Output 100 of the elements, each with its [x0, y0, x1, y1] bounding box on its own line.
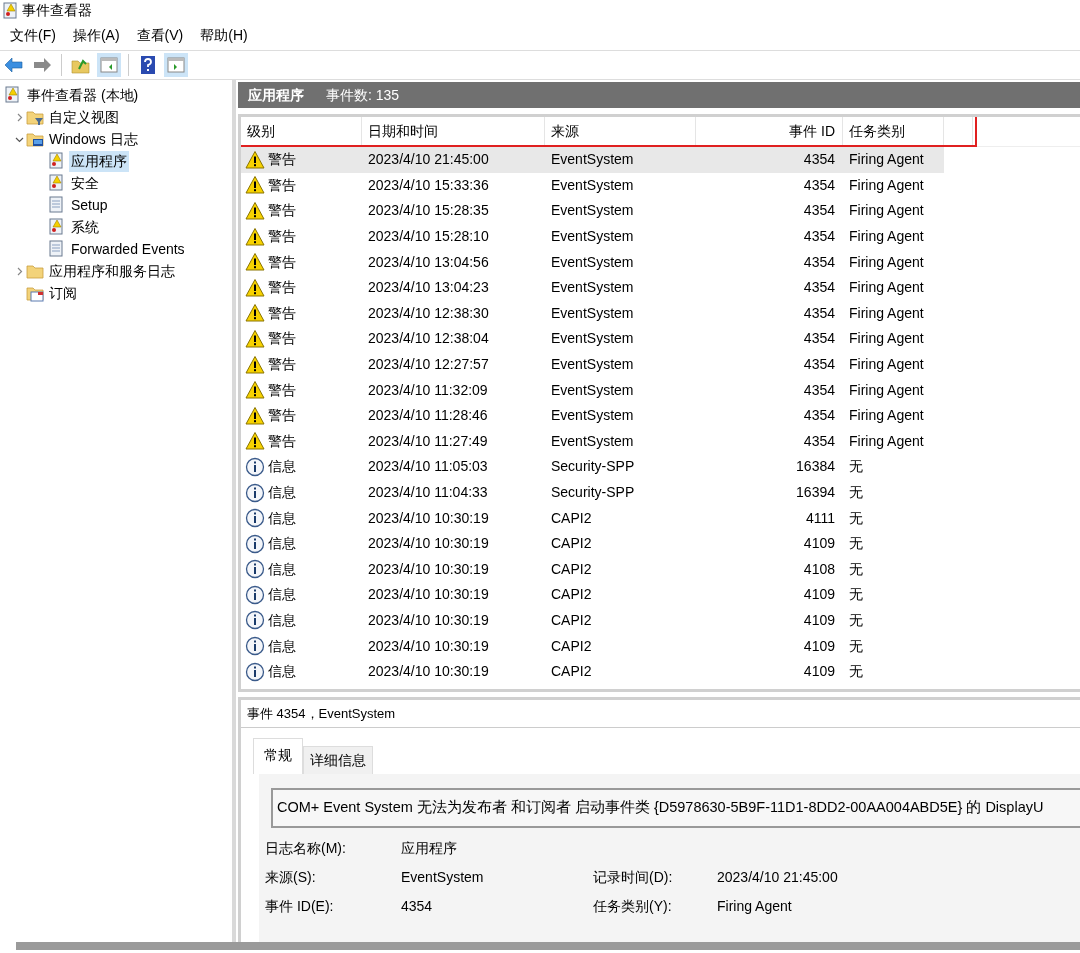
warning-icon — [244, 431, 265, 452]
table-row[interactable]: 信息 2023/4/10 10:30:19 CAPI2 4109 无 — [241, 633, 944, 659]
folder-icon — [26, 262, 44, 280]
table-cell-text: 2023/4/10 12:38:30 — [367, 303, 490, 323]
table-row[interactable]: 警告 2023/4/10 13:04:56 EventSystem 4354 Firing Agent — [241, 249, 944, 275]
tab[interactable]: 常规 — [253, 738, 303, 774]
table-cell-text: 4109 — [802, 611, 836, 630]
table-cell-text: 警告 — [268, 278, 296, 298]
table-cell-text: 警告 — [268, 175, 296, 195]
table-cell-text: EventSystem — [550, 303, 635, 323]
table-cell-text: EventSystem — [550, 329, 635, 349]
panel-toggle-button[interactable] — [97, 53, 121, 77]
table-cell-text: 信息 — [268, 636, 296, 656]
table-row[interactable]: 信息 2023/4/10 10:30:19 CAPI2 4109 无 — [241, 582, 944, 608]
table-cell-text: 4354 — [802, 355, 836, 375]
field-value: 应用程序 — [401, 839, 458, 858]
warning-icon — [244, 328, 265, 349]
table-cell-text: EventSystem — [550, 175, 635, 195]
table-row[interactable]: 信息 2023/4/10 10:30:19 CAPI2 4108 无 — [241, 556, 944, 583]
tab[interactable]: 详细信息 — [303, 746, 373, 774]
table-cell-text: Firing Agent — [848, 355, 925, 375]
table-row[interactable]: 警告 2023/4/10 12:38:30 EventSystem 4354 Firing Agent — [241, 300, 944, 327]
warning-icon — [244, 380, 265, 401]
table-cell-text: 信息 — [268, 559, 296, 579]
tree-item[interactable]: 应用程序 — [69, 150, 129, 172]
table-row[interactable]: 信息 2023/4/10 10:30:19 CAPI2 4109 无 — [241, 658, 944, 685]
table-row[interactable]: 信息 2023/4/10 10:30:19 CAPI2 4109 无 — [241, 607, 944, 634]
tree-item[interactable]: 订阅 — [47, 282, 79, 304]
table-cell-text: 4354 — [802, 252, 836, 272]
table-cell-text: Firing Agent — [848, 329, 925, 349]
column-header[interactable]: 日期和时间 — [362, 117, 545, 146]
table-cell-text: EventSystem — [550, 431, 635, 451]
warning-icon — [244, 277, 265, 298]
tree-item[interactable]: Windows 日志 — [47, 128, 140, 150]
table-cell-text: 2023/4/10 10:30:19 — [367, 611, 490, 630]
table-cell-text: 警告 — [268, 380, 296, 400]
table-cell-text: 警告 — [268, 201, 296, 221]
menu-item[interactable]: 查看(V) — [128, 24, 193, 46]
table-cell-text: 警告 — [268, 329, 296, 349]
menu-item[interactable]: 帮助(H) — [192, 24, 257, 46]
table-cell-text: 4354 — [802, 227, 836, 247]
column-header[interactable]: 事件 ID — [696, 117, 843, 146]
table-cell-text: Security-SPP — [550, 483, 636, 502]
info-icon — [244, 559, 265, 580]
table-cell-text: 2023/4/10 15:28:35 — [367, 201, 490, 221]
column-header[interactable]: 任务类别 — [843, 117, 944, 146]
table-row[interactable]: 警告 2023/4/10 12:27:57 EventSystem 4354 Firing Agent — [241, 351, 944, 378]
table-cell-text: 警告 — [268, 303, 296, 323]
info-icon — [244, 610, 265, 631]
table-row[interactable]: 警告 2023/4/10 13:04:23 EventSystem 4354 Firing Agent — [241, 274, 944, 301]
table-cell-text: 2023/4/10 13:04:23 — [367, 278, 490, 298]
table-row[interactable]: 信息 2023/4/10 11:05:03 Security-SPP 16384 无 — [241, 454, 944, 480]
tree-item[interactable]: 事件查看器 (本地) — [25, 84, 141, 106]
table-row[interactable]: 警告 2023/4/10 15:28:35 EventSystem 4354 Firing Agent — [241, 198, 944, 224]
table-row[interactable]: 信息 2023/4/10 11:04:33 Security-SPP 16394 无 — [241, 479, 944, 506]
table-cell-text: 4354 — [802, 175, 836, 195]
table-row[interactable]: 警告 2023/4/10 21:45:00 EventSystem 4354 Firing Agent — [241, 147, 944, 173]
table-cell-text: 16384 — [795, 457, 836, 477]
table-cell-text: 4354 — [802, 431, 836, 451]
tree-item[interactable]: 系统 — [69, 216, 101, 238]
table-row[interactable]: 警告 2023/4/10 11:27:49 EventSystem 4354 Firing Agent — [241, 428, 944, 455]
menu-item[interactable]: 操作(A) — [64, 24, 129, 46]
info-icon — [244, 482, 265, 503]
field-label: 来源(S): — [265, 868, 317, 887]
table-cell-text: 2023/4/10 13:04:56 — [367, 252, 490, 272]
column-header[interactable]: 级别 — [241, 117, 362, 146]
table-cell-text: Firing Agent — [848, 380, 925, 400]
table-cell-text: Firing Agent — [848, 175, 925, 195]
tree-item[interactable]: 安全 — [69, 172, 101, 194]
table-row[interactable]: 信息 2023/4/10 10:30:19 CAPI2 4111 无 — [241, 505, 944, 531]
table-row[interactable]: 警告 2023/4/10 11:28:46 EventSystem 4354 Firing Agent — [241, 402, 944, 429]
table-row[interactable]: 警告 2023/4/10 15:28:10 EventSystem 4354 Firing Agent — [241, 223, 944, 250]
table-cell-text: 2023/4/10 15:33:36 — [367, 175, 490, 195]
menu-item[interactable]: 文件(F) — [2, 24, 65, 46]
message-text: COM+ Event System 无法为发布者 和订阅者 启动事件类 {D5978630-5B9F-11D1-8DD2-00AA004ABD5E} 的 DisplayU — [277, 798, 1044, 818]
table-cell-text: CAPI2 — [550, 636, 593, 656]
tree-item[interactable]: Forwarded Events — [69, 238, 187, 260]
table-cell-text: 2023/4/10 10:30:19 — [367, 636, 490, 656]
warning-icon — [244, 252, 265, 273]
warning-icon — [244, 175, 265, 196]
table-cell-text: 无 — [848, 559, 864, 579]
table-cell-text: 2023/4/10 11:05:03 — [367, 457, 489, 477]
table-cell-text: 16394 — [795, 483, 836, 502]
info-icon — [244, 584, 265, 605]
log-folder-icon — [26, 130, 44, 148]
field-label: 事件 ID(E): — [265, 897, 335, 916]
tree-item[interactable]: 应用程序和服务日志 — [47, 260, 177, 282]
table-row[interactable]: 警告 2023/4/10 12:38:04 EventSystem 4354 Firing Agent — [241, 326, 944, 352]
column-header[interactable]: 来源 — [545, 117, 696, 146]
warning-icon — [244, 226, 265, 247]
table-row[interactable]: 警告 2023/4/10 15:33:36 EventSystem 4354 Firing Agent — [241, 172, 944, 199]
filter-folder-icon — [26, 108, 44, 126]
pane-title: 应用程序 — [248, 85, 304, 105]
tree-item[interactable]: 自定义视图 — [47, 106, 121, 128]
field-value: Firing Agent — [717, 897, 793, 916]
table-cell-text: 信息 — [268, 483, 296, 502]
table-row[interactable]: 信息 2023/4/10 10:30:19 CAPI2 4109 无 — [241, 530, 944, 557]
table-cell-text: 警告 — [268, 252, 296, 272]
table-row[interactable]: 警告 2023/4/10 11:32:09 EventSystem 4354 Firing Agent — [241, 377, 944, 403]
tree-item[interactable]: Setup — [69, 194, 110, 216]
